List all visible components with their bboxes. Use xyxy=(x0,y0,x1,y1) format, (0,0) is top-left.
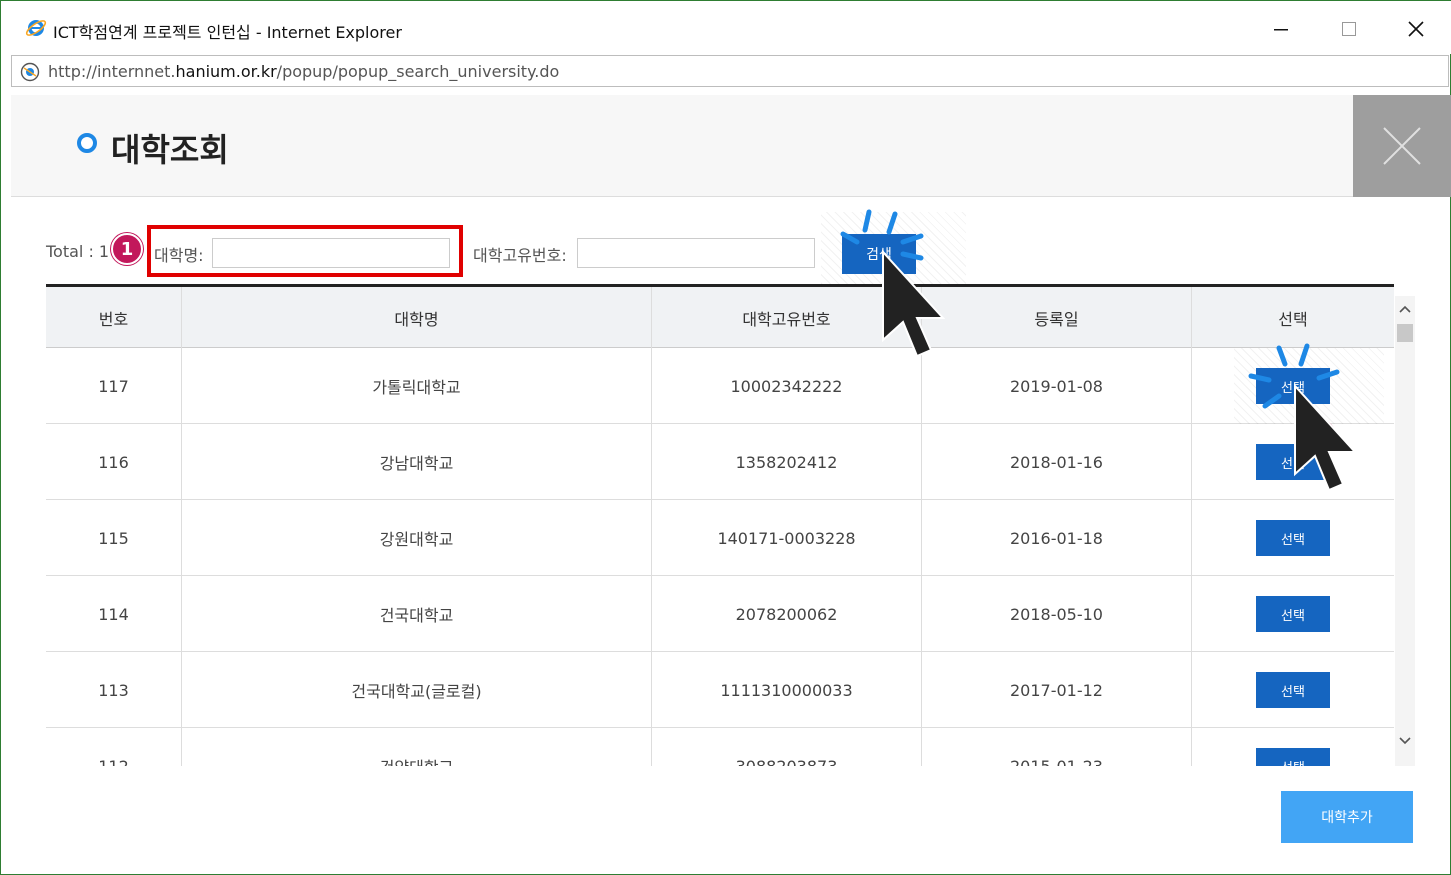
university-table: 번호 대학명 대학고유번호 등록일 선택 117 가톨릭대학교 10002342… xyxy=(46,284,1416,766)
cell-code: 3088203873 xyxy=(652,728,922,766)
maximize-button[interactable] xyxy=(1329,11,1369,47)
cell-code: 2078200062 xyxy=(652,576,922,652)
title-bullet-icon xyxy=(77,133,97,153)
url-host: hanium.or.kr xyxy=(175,62,277,81)
header-name: 대학명 xyxy=(182,287,652,348)
cell-name: 강원대학교 xyxy=(182,500,652,576)
cell-name: 가톨릭대학교 xyxy=(182,348,652,424)
cell-name: 건양대학교 xyxy=(182,728,652,766)
address-url: http://internnet.hanium.or.kr/popup/popu… xyxy=(48,62,559,81)
url-prefix: http://internnet. xyxy=(48,62,176,81)
search-bar: Total : 1 대학명: 대학고유번호: 검색 xyxy=(46,212,1406,360)
university-code-input[interactable] xyxy=(577,238,815,268)
chevron-down-icon xyxy=(1399,737,1411,745)
select-button[interactable]: 선택 xyxy=(1256,520,1330,556)
table-row: 114 건국대학교 2078200062 2018-05-10 선택 xyxy=(46,576,1394,652)
cell-select: 선택 xyxy=(1192,424,1394,500)
scroll-up-button[interactable] xyxy=(1395,296,1415,322)
cell-date: 2018-05-10 xyxy=(922,576,1192,652)
url-path: /popup/popup_search_university.do xyxy=(276,62,560,81)
cell-date: 2019-01-08 xyxy=(922,348,1192,424)
total-count: Total : 1 xyxy=(46,242,110,261)
search-button[interactable]: 검색 xyxy=(842,234,916,274)
popup-header: 대학조회 xyxy=(11,95,1451,197)
cell-date: 2017-01-12 xyxy=(922,652,1192,728)
cell-code: 1358202412 xyxy=(652,424,922,500)
cell-code: 10002342222 xyxy=(652,348,922,424)
table-row: 112 건양대학교 3088203873 2015-01-23 선택 xyxy=(46,728,1394,766)
select-button[interactable]: 선택 xyxy=(1256,748,1330,766)
close-icon xyxy=(1408,21,1424,37)
cell-number: 116 xyxy=(46,424,182,500)
cell-select: 선택 xyxy=(1192,728,1394,766)
chevron-up-icon xyxy=(1399,305,1411,313)
step-badge-3: 3 xyxy=(1303,420,1335,452)
table-row: 115 강원대학교 140171-0003228 2016-01-18 선택 xyxy=(46,500,1394,576)
header-date: 등록일 xyxy=(922,287,1192,348)
table-row: 113 건국대학교(글로컬) 1111310000033 2017-01-12 … xyxy=(46,652,1394,728)
cell-select: 선택 xyxy=(1192,576,1394,652)
cell-date: 2015-01-23 xyxy=(922,728,1192,766)
cell-code: 1111310000033 xyxy=(652,652,922,728)
cell-name: 강남대학교 xyxy=(182,424,652,500)
step-badge-1: 1 xyxy=(111,233,143,265)
minimize-icon xyxy=(1274,29,1288,31)
close-icon xyxy=(1383,127,1421,165)
cell-select: 선택 xyxy=(1192,652,1394,728)
add-university-button[interactable]: 대학추가 xyxy=(1281,791,1413,843)
header-code: 대학고유번호 xyxy=(652,287,922,348)
cell-number: 117 xyxy=(46,348,182,424)
cell-number: 112 xyxy=(46,728,182,766)
annotation-highlight-box xyxy=(147,225,463,277)
maximize-icon xyxy=(1342,22,1356,36)
cell-number: 113 xyxy=(46,652,182,728)
window-close-button[interactable] xyxy=(1396,11,1436,47)
cell-select: 선택 xyxy=(1192,500,1394,576)
table-header: 번호 대학명 대학고유번호 등록일 선택 xyxy=(46,284,1394,348)
table-row: 116 강남대학교 1358202412 2018-01-16 선택 xyxy=(46,424,1394,500)
internet-explorer-icon xyxy=(25,20,47,36)
cell-number: 114 xyxy=(46,576,182,652)
header-select: 선택 xyxy=(1278,309,1308,329)
table-scrollbar[interactable] xyxy=(1395,296,1415,766)
popup-title: 대학조회 xyxy=(111,131,229,169)
page-icon xyxy=(20,62,40,82)
table-row: 117 가톨릭대학교 10002342222 2019-01-08 선택 xyxy=(46,348,1394,494)
address-bar[interactable]: http://internnet.hanium.or.kr/popup/popu… xyxy=(11,55,1449,87)
university-code-label: 대학고유번호: xyxy=(473,246,567,265)
step-badge-2: 2 xyxy=(888,284,920,316)
select-button[interactable]: 선택 xyxy=(1256,368,1330,404)
scroll-thumb[interactable] xyxy=(1397,324,1413,342)
scroll-down-button[interactable] xyxy=(1395,728,1415,754)
cell-number: 115 xyxy=(46,500,182,576)
browser-window: ICT학점연계 프로젝트 인턴십 - Internet Explorer htt… xyxy=(0,0,1451,875)
popup-close-button[interactable] xyxy=(1353,95,1451,197)
header-number: 번호 xyxy=(46,287,182,348)
select-button[interactable]: 선택 xyxy=(1256,596,1330,632)
cell-select: 선택 xyxy=(1192,348,1394,494)
window-title: ICT학점연계 프로젝트 인턴십 - Internet Explorer xyxy=(53,23,402,42)
cell-name: 건국대학교(글로컬) xyxy=(182,652,652,728)
cell-date: 2016-01-18 xyxy=(922,500,1192,576)
cell-date: 2018-01-16 xyxy=(922,424,1192,500)
cell-name: 건국대학교 xyxy=(182,576,652,652)
title-bar: ICT학점연계 프로젝트 인턴십 - Internet Explorer xyxy=(1,0,1451,54)
select-button[interactable]: 선택 xyxy=(1256,672,1330,708)
minimize-button[interactable] xyxy=(1261,11,1301,47)
cell-code: 140171-0003228 xyxy=(652,500,922,576)
